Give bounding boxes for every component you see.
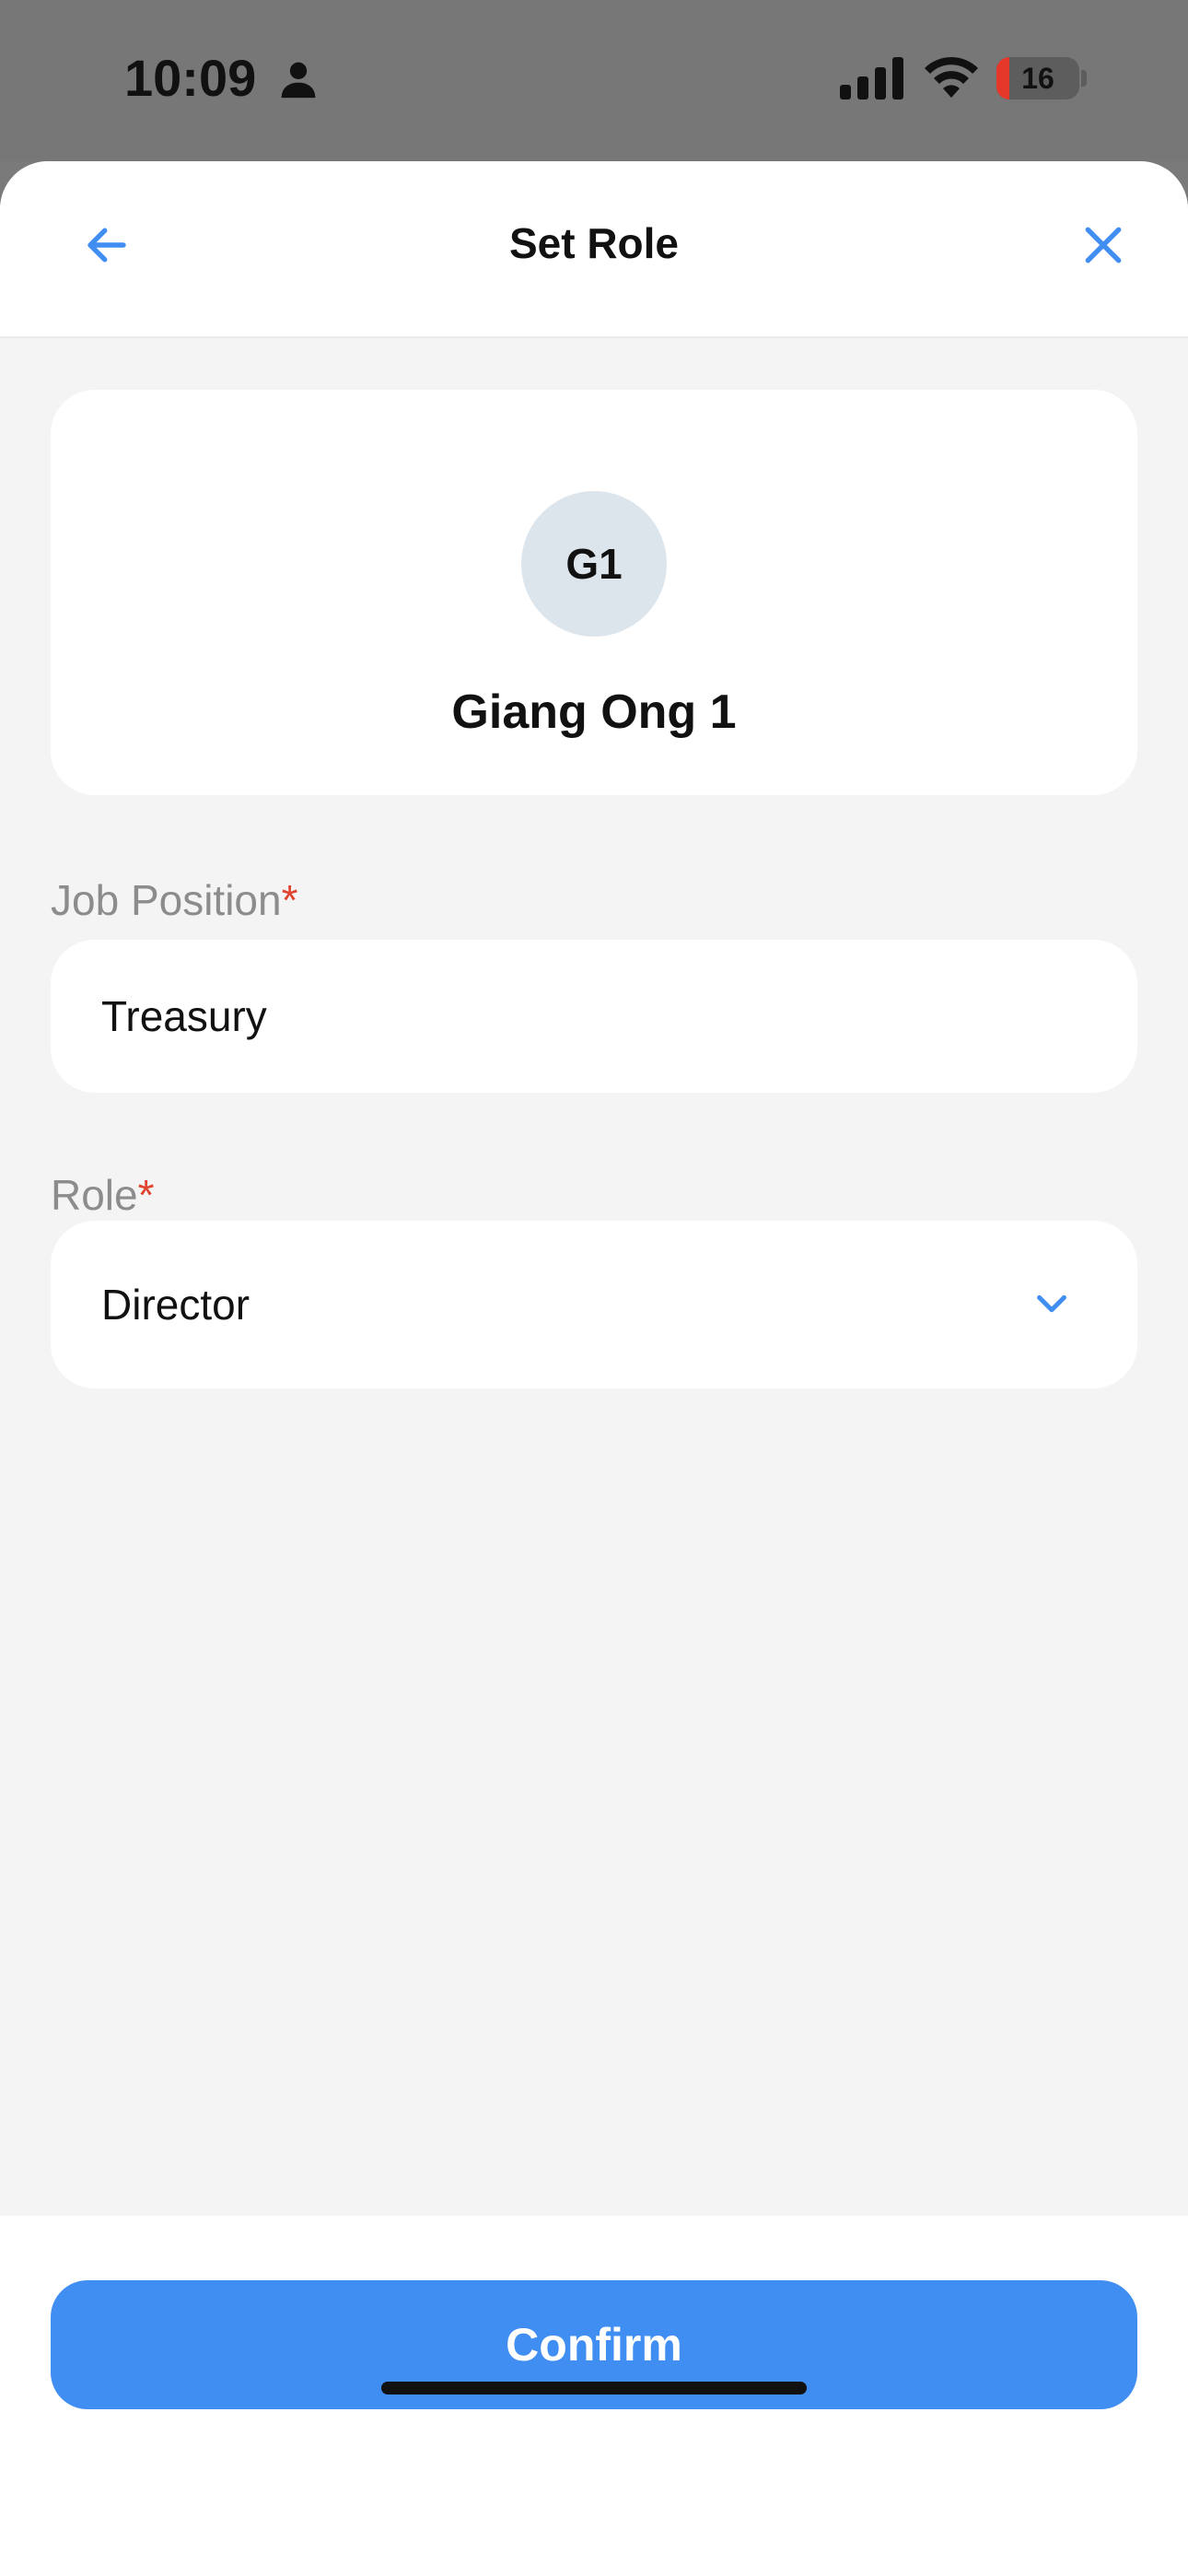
battery-level-text: 16 [1021,62,1054,95]
required-marker: * [281,876,298,924]
role-label-text: Role [51,1171,138,1219]
status-time: 10:09 [124,49,257,107]
set-role-sheet: Set Role G1 Giang Ong 1 Job Position* Tr… [0,161,1188,2576]
close-button[interactable] [1070,212,1136,278]
job-position-field[interactable]: Treasury [51,940,1137,1093]
sheet-header: Set Role [0,161,1188,338]
person-icon [281,62,316,99]
job-position-label-text: Job Position [51,876,282,924]
wifi-icon [925,56,978,98]
battery-tip [1081,70,1087,87]
close-icon [1085,227,1122,263]
role-value: Director [101,1281,250,1329]
home-indicator[interactable] [381,2382,807,2395]
chevron-down-icon [1037,1294,1066,1313]
battery-icon: 16 [996,57,1079,100]
avatar: G1 [521,491,667,637]
job-position-value: Treasury [101,992,267,1040]
role-select[interactable]: Director [51,1221,1137,1388]
bottom-action-bar: Confirm [0,2216,1188,2576]
profile-name: Giang Ong 1 [451,685,737,739]
cellular-signal-icon [840,57,903,100]
required-marker: * [137,1171,155,1219]
job-position-label: Job Position* [51,875,298,925]
page-title: Set Role [508,219,680,267]
status-bar: 10:09 16 [0,0,1188,161]
profile-card: G1 Giang Ong 1 [51,390,1137,795]
role-label: Role* [51,1170,155,1220]
